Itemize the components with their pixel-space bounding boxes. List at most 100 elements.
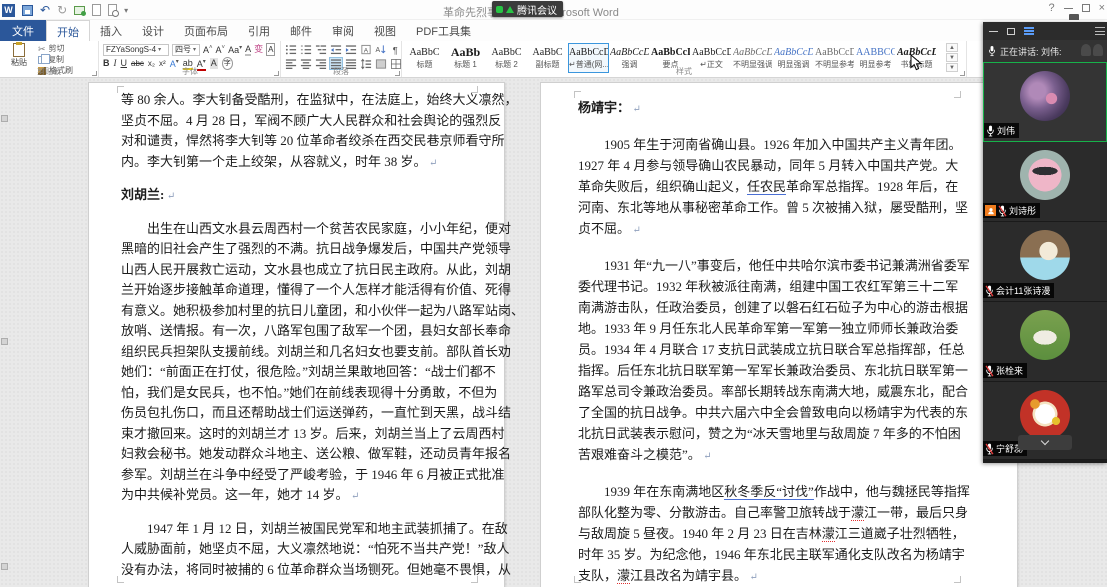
participant-avatar <box>1020 230 1070 280</box>
tab-页面布局[interactable]: 页面布局 <box>174 20 238 41</box>
tab-引用[interactable]: 引用 <box>238 20 280 41</box>
tab-审阅[interactable]: 审阅 <box>322 20 364 41</box>
scissors-icon: ✂ <box>38 43 46 54</box>
help-icon[interactable]: ? <box>1048 2 1054 14</box>
document-page-1[interactable]: 等 80 余人。李大钊备受酷刑，在监狱中，在法庭上，始终大义凛然， 坚贞不屈。4 … <box>88 82 525 587</box>
participant-tile-张栓来[interactable]: 张栓来 <box>983 302 1107 382</box>
font-dialog-launcher[interactable] <box>274 71 279 76</box>
show-marks-icon[interactable]: ¶ <box>389 43 403 56</box>
participant-tile-宁舒蕊[interactable]: 宁舒蕊 <box>983 382 1107 460</box>
print-preview-icon[interactable] <box>108 4 120 17</box>
doc-line: 束才撤回来。这时的刘胡兰才 13 岁。后来，刘胡兰当上了云周西村 <box>121 425 505 441</box>
tab-视图[interactable]: 视图 <box>364 20 406 41</box>
doc-line: 有意义。她积极参加村里的抗日儿童团，和小伙伴一起为八路军站岗、 <box>121 302 525 318</box>
mail-icon[interactable] <box>74 5 87 16</box>
doc-line: 怕，我们是女民兵，也不怕。”她们在前线表现得十分勇敢，不但为 <box>121 384 498 400</box>
paragraph: 1947 年 1 月 12 日，刘胡兰被国民党军和地主武装抓捕了。在敌 人威胁面前… <box>121 519 511 581</box>
panel-minimize-icon[interactable] <box>989 30 998 32</box>
sort-icon[interactable]: A <box>374 43 388 56</box>
font-name-combobox[interactable]: FZYaSongS-4 ▾ <box>103 43 169 56</box>
multilevel-icon[interactable] <box>314 43 328 56</box>
tab-PDF工具集[interactable]: PDF工具集 <box>406 20 481 41</box>
new-document-icon[interactable] <box>92 4 102 16</box>
paragraph: 等 80 余人。李大钊备受酷刑，在监狱中，在法庭上，始终大义凛然， 坚贞不屈。4 … <box>121 90 518 172</box>
phonetic-guide-button[interactable]: 变 <box>254 44 263 55</box>
undo-icon[interactable]: ↶ <box>40 3 50 17</box>
copy-button[interactable]: 复制 <box>38 53 73 64</box>
doc-line: 1931 年“九一八”事变后，他任中共哈尔滨市委书记兼满洲省委军 <box>578 258 970 273</box>
restore-icon[interactable] <box>1081 2 1095 12</box>
doc-line: 参军。刘胡兰在斗争中经受了严峻考验，于 1946 年 6 月被正式批准 <box>121 466 505 482</box>
cut-button[interactable]: ✂ 剪切 <box>38 44 73 53</box>
meeting-floating-badge[interactable]: 腾讯会议 <box>492 1 563 17</box>
gallery-down-icon[interactable]: ▼ <box>946 53 958 62</box>
close-icon[interactable]: × <box>1099 2 1105 14</box>
doc-line: 杨靖宇： ↵ <box>578 100 641 115</box>
style-preview: AaBbC <box>532 47 563 58</box>
speaking-label: 正在讲话: 刘伟: <box>1000 46 1062 57</box>
participant-name: 刘诗彤 <box>1009 206 1037 216</box>
participant-tile-刘诗彤[interactable]: 刘诗彤 <box>983 142 1107 222</box>
participant-avatar <box>1020 390 1070 440</box>
doc-line: 出生在山西文水县云周西村一个贫苦农民家庭，小小年纪，便对 <box>121 220 512 236</box>
indent-increase-icon[interactable] <box>344 43 358 56</box>
ribbon: 粘贴 ✂ 剪切 复制 格式刷 剪贴板 FZYaSongS-4 ▾ 四号 ▾ A˄ A˅… <box>0 41 1107 78</box>
redo-icon[interactable]: ↻ <box>57 3 67 17</box>
styles-dialog-launcher[interactable] <box>960 71 965 76</box>
style-preview: AABBCCI <box>856 47 895 58</box>
panel-maximize-icon[interactable] <box>1007 27 1015 35</box>
word-logo-icon: W <box>2 3 15 17</box>
tab-插入[interactable]: 插入 <box>90 20 132 41</box>
doc-line: 坚贞不屈。4 月 28 日，军阀不顾广大人民群众和社会舆论的强烈反 <box>121 112 502 128</box>
svg-text:A: A <box>375 46 380 53</box>
document-page-2[interactable]: 杨靖宇： ↵ 1905 年生于河南省确山县。1926 年加入中国共产主义青年团。… <box>540 82 1018 587</box>
doc-line: 部队化整为零、分散游击。自己率警卫旅转战于濛江一带，最后只身 <box>578 505 969 521</box>
clear-formatting-button[interactable]: A <box>245 44 252 56</box>
change-case-button[interactable]: Aa▾ <box>228 43 242 56</box>
doc-line: 贞不屈。 ↵ <box>578 221 641 236</box>
tab-开始[interactable]: 开始 <box>46 20 90 41</box>
doc-line: 对和谴责，悍然将李大钊等 20 位革命者绞杀在西交民巷京师看守所 <box>121 133 505 148</box>
bullets-icon[interactable] <box>284 43 298 56</box>
paragraph-dialog-launcher[interactable] <box>395 71 400 76</box>
style-preview: AaBb <box>450 46 481 59</box>
tab-file[interactable]: 文件 <box>0 20 46 41</box>
doc-line: 伤员包扎伤口，而且还帮助战士们运送弹药，一直忙到天黑，战斗结 <box>121 405 512 420</box>
participant-tile-刘伟[interactable]: 刘伟 <box>983 62 1107 142</box>
collapse-videos-button[interactable] <box>1018 435 1072 450</box>
margin-marker <box>1 115 8 122</box>
gallery-up-icon[interactable]: ▲ <box>946 43 958 52</box>
font-size-combobox[interactable]: 四号 ▾ <box>172 43 200 56</box>
doc-line: 河南、东北等地从事秘密革命工作。曾 5 次被捕入狱，屡受酷刑，坚 <box>578 200 969 215</box>
minimize-icon[interactable] <box>1063 7 1073 9</box>
doc-line: 兰开始逐步接触革命道理，懂得了一个人怎样才能活得有价值、死得 <box>121 282 512 297</box>
paragraph: 出生在山西文水县云周西村一个贫苦农民家庭，小小年纪，便对 黑暗的旧社会产生了强烈的… <box>121 219 525 506</box>
panel-menu-icon[interactable] <box>1095 27 1105 35</box>
mic-muted-icon <box>985 442 994 455</box>
doc-line: 苦艰难奋斗之模范”。 ↵ <box>578 447 712 462</box>
styles-group: AaBbC 标题 AaBb 标题 1 AaBbC 标题 2 AaBbC 副标题 AaBbCcD ↵… <box>402 41 967 77</box>
participant-tile-会计11张诗漫[interactable]: 会计11张诗漫 <box>983 222 1107 302</box>
ribbon-tab-row: 文件 开始 插入 设计 页面布局 引用 邮件 审阅 视图 PDF工具集 <box>0 20 1107 41</box>
tab-设计[interactable]: 设计 <box>132 20 174 41</box>
mic-muted-icon <box>998 204 1007 217</box>
numbering-icon[interactable] <box>299 43 313 56</box>
qat-dropdown-icon[interactable]: ▾ <box>124 6 128 15</box>
shrink-font-button[interactable]: A˅ <box>216 43 226 56</box>
character-border-button[interactable]: A <box>266 43 276 56</box>
clipboard-dialog-launcher[interactable] <box>92 71 97 76</box>
paragraph: 刘胡兰: ↵ <box>121 185 476 206</box>
asian-layout-icon[interactable]: A <box>359 43 373 56</box>
doc-line: 地。1933 年 9 月任东北人民革命军第一军第一独立师师长兼政治委 <box>578 321 959 336</box>
doc-line: 指挥。后任东北抗日联军第一军军长兼政治委员、东北抗日联军第一 <box>578 363 969 378</box>
doc-line: 路军总司令兼政治委员。率部长期转战东南满大地，威震东北，配合 <box>578 384 969 399</box>
gallery-view-icon[interactable] <box>1024 27 1034 35</box>
participant-name: 刘伟 <box>997 126 1016 136</box>
indent-decrease-icon[interactable] <box>329 43 343 56</box>
save-icon[interactable] <box>22 4 33 16</box>
grow-font-button[interactable]: A˄ <box>203 43 213 56</box>
style-preview: AaBbC <box>409 47 440 58</box>
tab-邮件[interactable]: 邮件 <box>280 20 322 41</box>
word-title-bar: W ↶ ↻ ▾ 革命先烈事迹.docx - Microsoft Word 腾讯会… <box>0 0 1107 22</box>
participant-avatar <box>1020 150 1070 200</box>
